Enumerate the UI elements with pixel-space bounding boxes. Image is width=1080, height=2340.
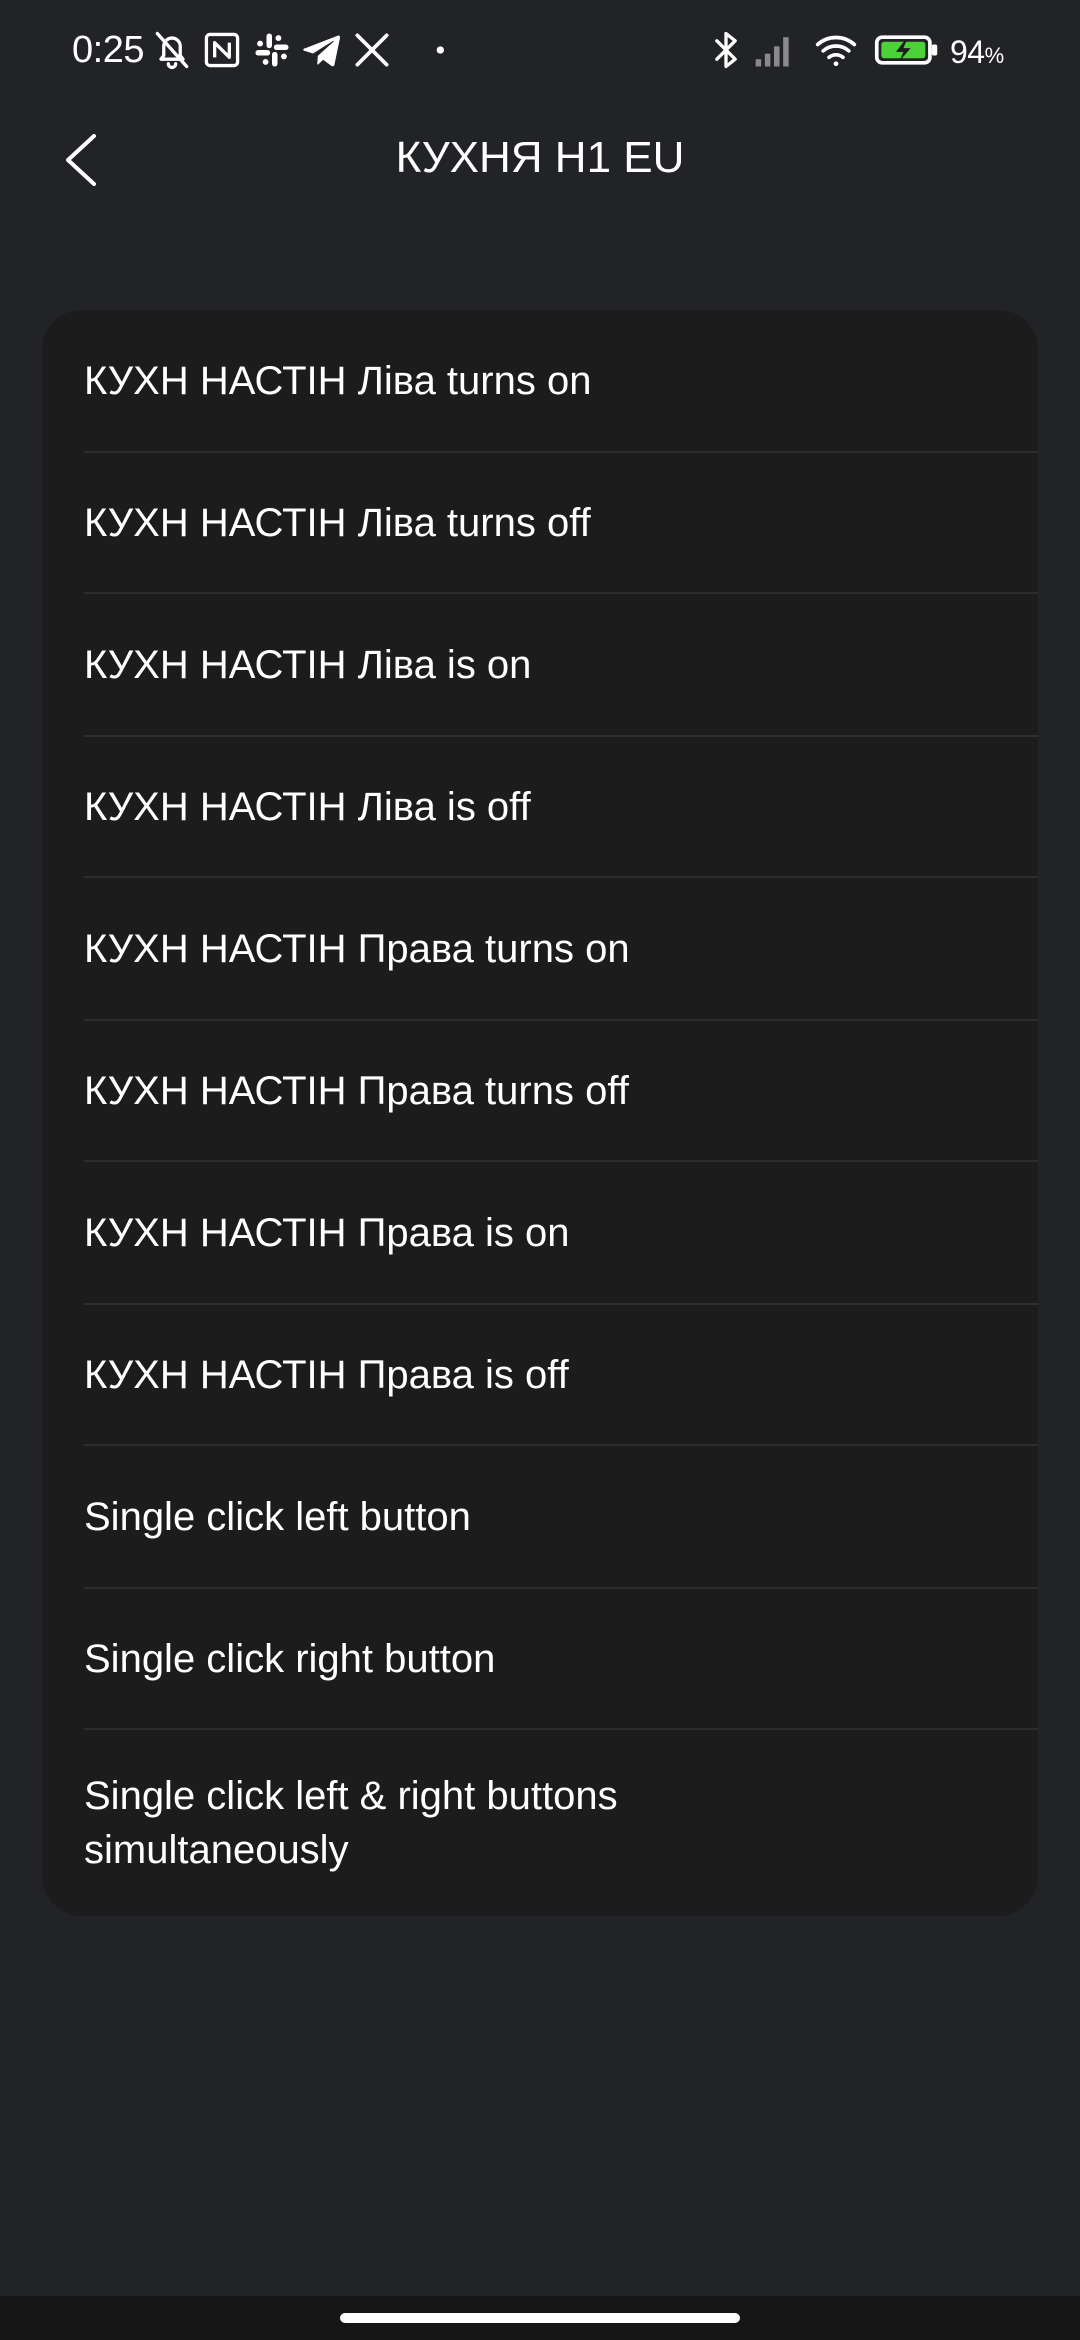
battery-charging-icon bbox=[872, 28, 942, 72]
list-item-label: КУХН НАСТІН Ліва turns off bbox=[84, 500, 591, 545]
list-item[interactable]: КУХН НАСТІН Ліва is on bbox=[42, 594, 1038, 735]
list-item[interactable]: КУХН НАСТІН Права is on bbox=[42, 1162, 1038, 1303]
list-item-label: КУХН НАСТІН Ліва turns on bbox=[84, 358, 592, 403]
list-item-label: КУХН НАСТІН Права is off bbox=[84, 1352, 569, 1397]
home-indicator[interactable] bbox=[340, 2313, 740, 2323]
status-time: 0:25 bbox=[72, 29, 144, 71]
screen: 0:25 94% КУХНЯ H1 EU КУХН НАСТІН Ліва tu… bbox=[0, 0, 1080, 2340]
list-item-label: КУХН НАСТІН Права turns off bbox=[84, 1068, 629, 1113]
list-item[interactable]: КУХН НАСТІН Права is off bbox=[42, 1305, 1038, 1444]
bluetooth-icon bbox=[704, 28, 748, 72]
battery-percent: 94% bbox=[950, 30, 1004, 78]
list-item[interactable]: КУХН НАСТІН Права turns off bbox=[42, 1021, 1038, 1160]
chevron-left-icon bbox=[66, 134, 96, 186]
battery-percent-value: 94 bbox=[950, 34, 985, 70]
list-item[interactable]: КУХН НАСТІН Ліва is off bbox=[42, 737, 1038, 876]
bell-off-icon bbox=[150, 28, 194, 72]
status-bar: 0:25 94% bbox=[0, 0, 1080, 100]
signal-icon bbox=[752, 28, 796, 72]
list-item-label: Single click left & right buttons simult… bbox=[84, 1774, 618, 1872]
list-item[interactable]: Single click left button bbox=[42, 1446, 1038, 1587]
list-item-label: КУХН НАСТІН Права is on bbox=[84, 1210, 570, 1255]
battery-percent-sign: % bbox=[984, 43, 1005, 68]
wifi-icon bbox=[814, 28, 858, 72]
list-item-label: Single click left button bbox=[84, 1494, 471, 1539]
dot-icon bbox=[400, 28, 444, 72]
list-item-label: КУХН НАСТІН Ліва is on bbox=[84, 642, 532, 687]
back-button[interactable] bbox=[40, 120, 120, 200]
page-title: КУХНЯ H1 EU bbox=[395, 133, 685, 182]
list-item-label: КУХН НАСТІН Ліва is off bbox=[84, 784, 531, 829]
list-item[interactable]: КУХН НАСТІН Ліва turns off bbox=[42, 453, 1038, 592]
list-item[interactable]: КУХН НАСТІН Ліва turns on bbox=[42, 310, 1038, 451]
nfc-icon bbox=[200, 28, 244, 72]
list-item[interactable]: Single click right button bbox=[42, 1589, 1038, 1728]
list-item[interactable]: КУХН НАСТІН Права turns on bbox=[42, 878, 1038, 1019]
trigger-list: КУХН НАСТІН Ліва turns on КУХН НАСТІН Лі… bbox=[42, 310, 1038, 1916]
slack-icon bbox=[250, 28, 294, 72]
x-icon bbox=[350, 28, 394, 72]
list-item-label: КУХН НАСТІН Права turns on bbox=[84, 926, 630, 971]
telegram-icon bbox=[300, 28, 344, 72]
list-item[interactable]: Single click left & right buttons simult… bbox=[42, 1730, 1038, 1916]
list-item-label: Single click right button bbox=[84, 1636, 496, 1681]
